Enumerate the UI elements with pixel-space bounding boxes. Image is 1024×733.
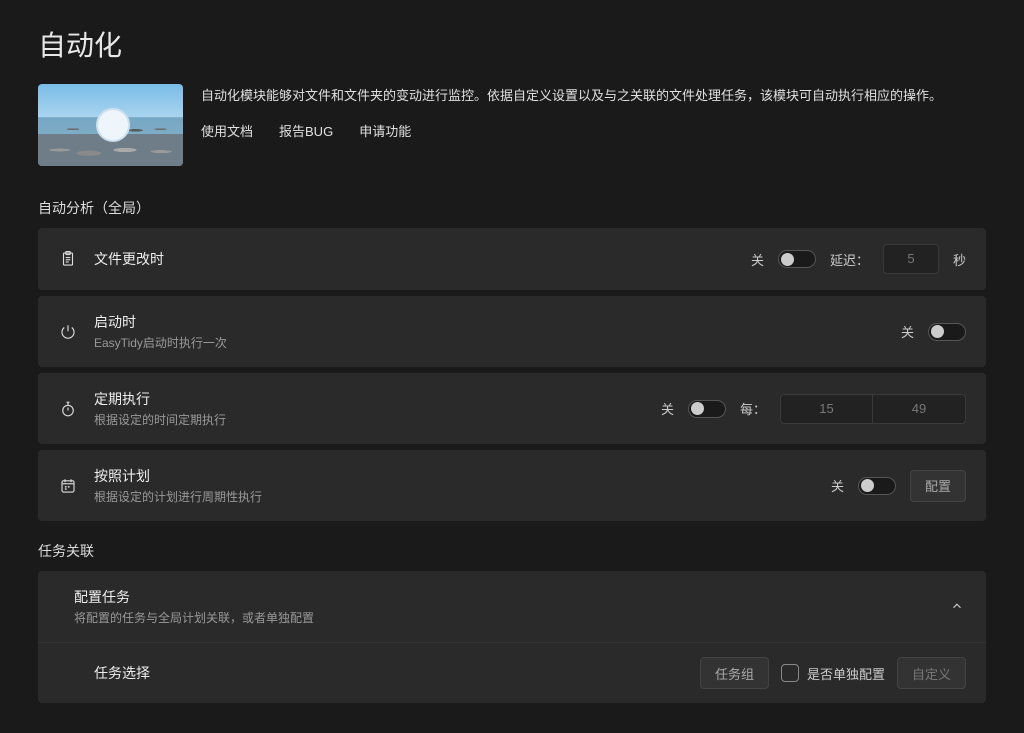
row-scheduled-title: 按照计划 xyxy=(94,466,815,486)
link-docs[interactable]: 使用文档 xyxy=(201,121,253,140)
file-change-toggle[interactable] xyxy=(778,250,816,268)
row-file-change-title: 文件更改时 xyxy=(94,249,735,269)
header-description: 自动化模块能够对文件和文件夹的变动进行监控。依据自定义设置以及与之关联的文件处理… xyxy=(201,86,986,107)
stopwatch-icon xyxy=(58,399,78,419)
link-request-feature[interactable]: 申请功能 xyxy=(359,121,411,140)
file-change-delay-label: 延迟： xyxy=(830,250,869,269)
file-change-delay-input[interactable]: 5 xyxy=(883,244,939,274)
row-startup-subtitle: EasyTidy启动时执行一次 xyxy=(94,334,885,351)
file-change-toggle-label: 关 xyxy=(751,250,764,269)
chevron-up-icon[interactable] xyxy=(950,599,966,615)
task-select-label: 任务选择 xyxy=(94,663,150,683)
power-icon xyxy=(58,322,78,342)
calendar-icon xyxy=(58,476,78,496)
periodic-every-label: 每： xyxy=(740,399,766,418)
row-scheduled-subtitle: 根据设定的计划进行周期性执行 xyxy=(94,488,815,505)
row-startup-title: 启动时 xyxy=(94,312,885,332)
periodic-interval-input[interactable]: 15 49 xyxy=(780,394,966,424)
row-periodic: 定期执行 根据设定的时间定期执行 关 每： 15 49 xyxy=(38,373,986,444)
row-scheduled: 按照计划 根据设定的计划进行周期性执行 关 配置 xyxy=(38,450,986,521)
header-thumbnail xyxy=(38,84,183,166)
row-file-change: 文件更改时 关 延迟： 5 秒 xyxy=(38,228,986,290)
row-periodic-subtitle: 根据设定的时间定期执行 xyxy=(94,411,645,428)
header-block: 自动化模块能够对文件和文件夹的变动进行监控。依据自定义设置以及与之关联的文件处理… xyxy=(38,84,986,166)
periodic-value-a[interactable]: 15 xyxy=(781,395,873,423)
row-startup: 启动时 EasyTidy启动时执行一次 关 xyxy=(38,296,986,367)
task-group-button[interactable]: 任务组 xyxy=(700,657,769,689)
scheduled-toggle-label: 关 xyxy=(831,476,844,495)
scheduled-config-button[interactable]: 配置 xyxy=(910,470,966,502)
custom-button[interactable]: 自定义 xyxy=(897,657,966,689)
section-label-auto-analysis: 自动分析（全局） xyxy=(38,198,986,218)
row-periodic-title: 定期执行 xyxy=(94,389,645,409)
page-title: 自动化 xyxy=(38,24,986,64)
periodic-toggle-label: 关 xyxy=(661,399,674,418)
config-task-subtitle: 将配置的任务与全局计划关联，或者单独配置 xyxy=(74,609,934,626)
section-label-task-assoc: 任务关联 xyxy=(38,541,986,561)
periodic-value-b[interactable]: 49 xyxy=(873,395,965,423)
file-change-delay-unit: 秒 xyxy=(953,250,966,269)
clipboard-icon xyxy=(58,249,78,269)
startup-toggle[interactable] xyxy=(928,323,966,341)
link-report-bug[interactable]: 报告BUG xyxy=(279,121,333,140)
config-task-title: 配置任务 xyxy=(74,587,934,607)
row-config-task: 配置任务 将配置的任务与全局计划关联，或者单独配置 任务选择 任务组 是否单独配… xyxy=(38,571,986,703)
startup-toggle-label: 关 xyxy=(901,322,914,341)
individual-config-checkbox[interactable] xyxy=(781,664,799,682)
scheduled-toggle[interactable] xyxy=(858,477,896,495)
periodic-toggle[interactable] xyxy=(688,400,726,418)
